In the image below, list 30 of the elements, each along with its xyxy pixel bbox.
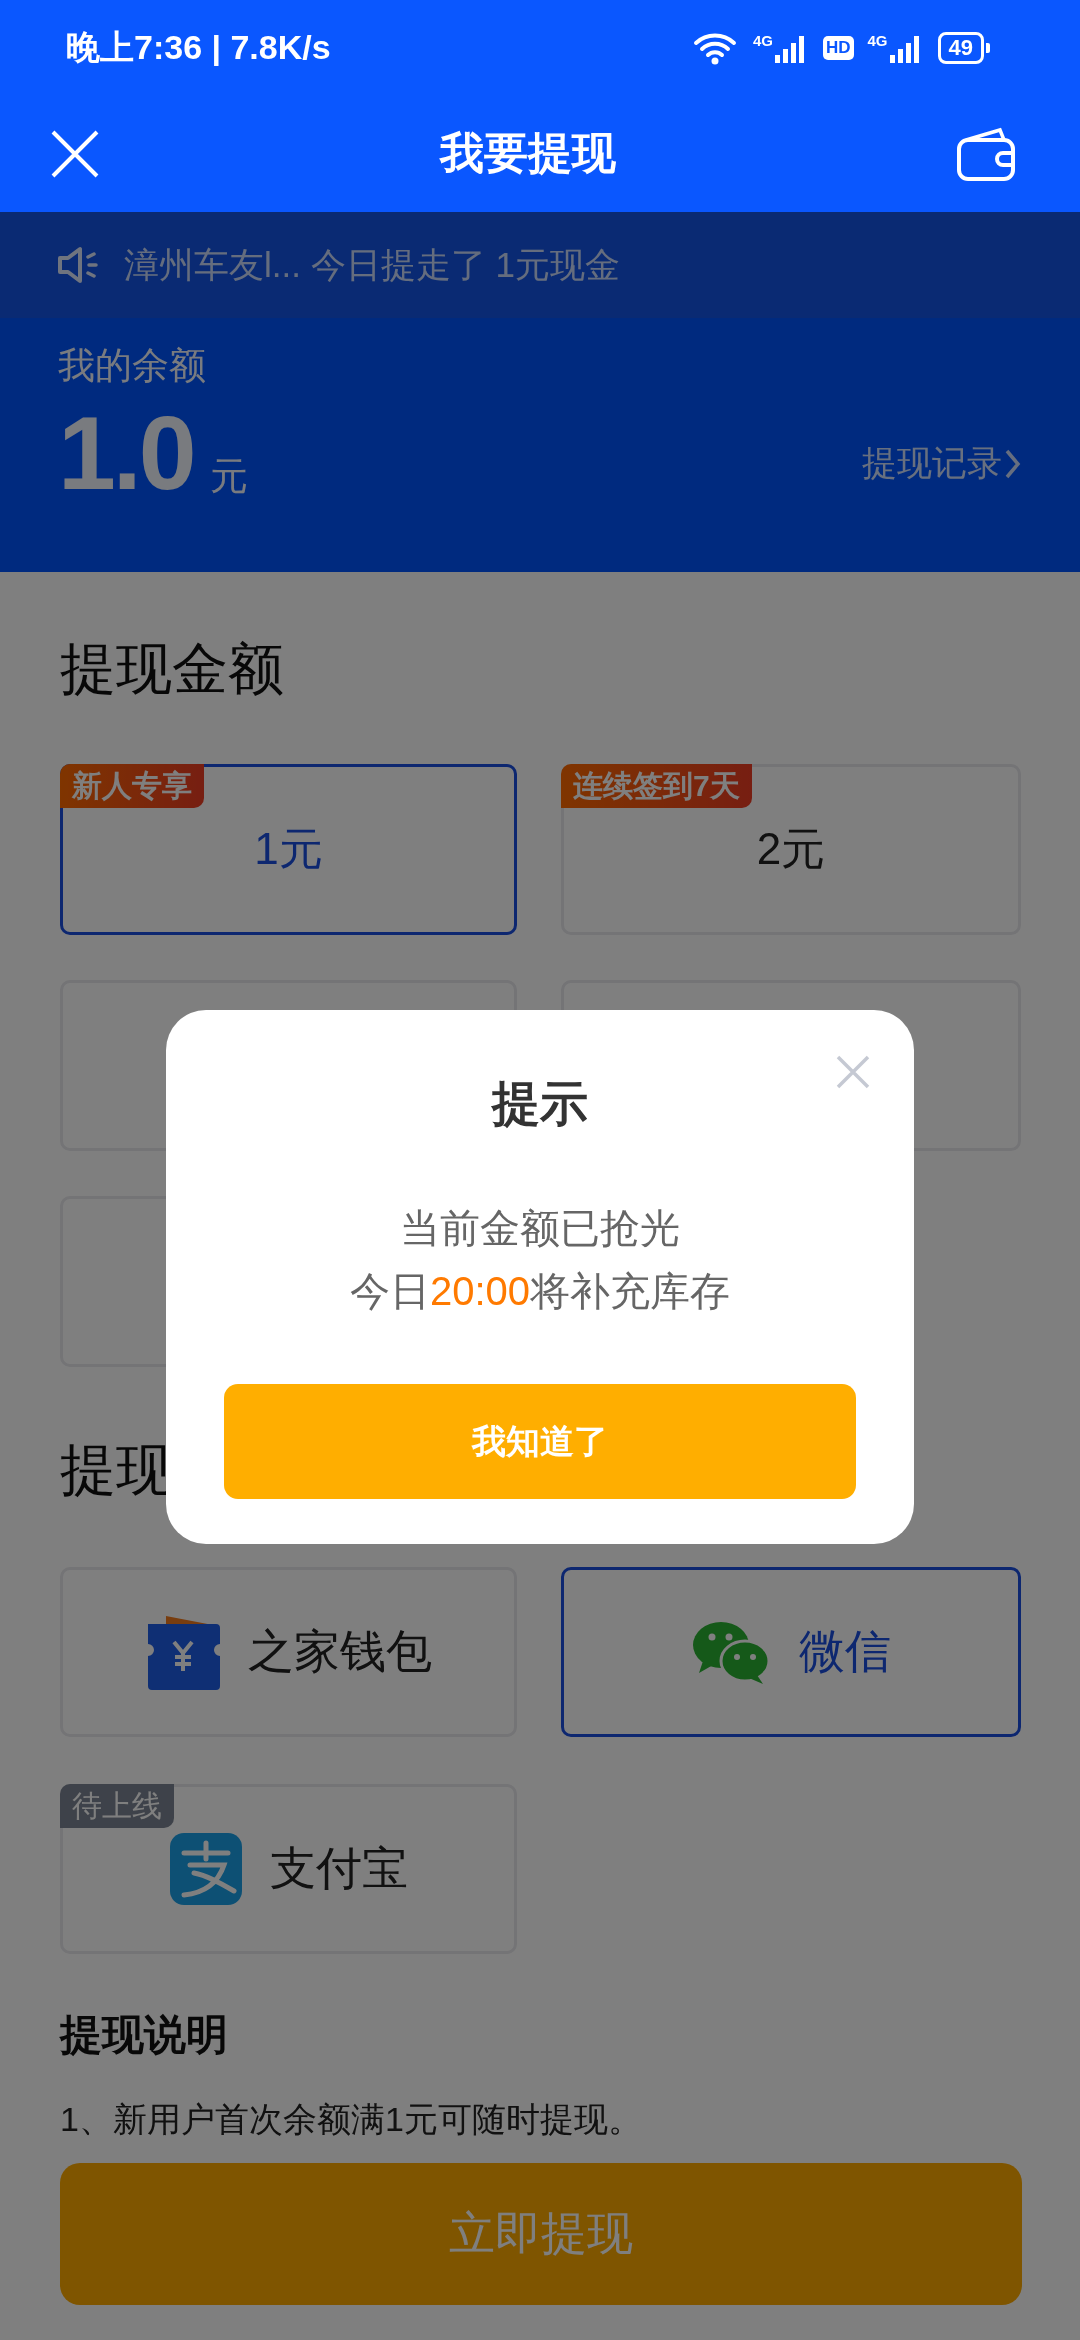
notice-text: 漳州车友l... 今日提走了 1元现金: [124, 243, 620, 286]
dialog-message: 当前金额已抢光: [400, 1205, 680, 1252]
confirm-button[interactable]: 我知道了: [224, 1384, 856, 1499]
currency-unit: 元: [209, 454, 248, 499]
dialog-title: 提示: [492, 1076, 588, 1132]
section-title: 提现金额: [60, 636, 284, 702]
network-label: 4G: [867, 32, 888, 48]
wallet-icon[interactable]: [956, 125, 1016, 182]
dialog-message: 今日 20:00将补充库存: [349, 1268, 731, 1315]
network-label: 4G: [752, 32, 773, 48]
payment-option[interactable]: 之家钱包: [60, 1567, 517, 1737]
status-time: 晚上7:36 | 7.8K/s: [66, 26, 332, 68]
payment-option[interactable]: 微信: [561, 1567, 1021, 1737]
payment-app-icon: [169, 1833, 242, 1905]
hd-label: HD: [822, 35, 854, 60]
amount-option[interactable]: 1元 新人专享: [60, 764, 517, 935]
payment-option[interactable]: 支付宝 待上线: [60, 1784, 517, 1954]
status-badge: 待上线: [60, 1784, 174, 1828]
wallet-icon: [145, 1614, 220, 1690]
promo-badge: 新人专享: [60, 764, 204, 808]
promo-badge: 连续签到7天: [561, 764, 752, 808]
battery-level: 49: [937, 31, 990, 64]
chat-bubbles-icon: [691, 1619, 771, 1685]
section-title: 提现说明: [60, 2010, 229, 2060]
history-link[interactable]: 提现记录: [862, 440, 1002, 487]
balance-label: 我的余额: [58, 344, 207, 388]
note-text: 1、新用户首次余额满1元可随时提现。: [60, 2099, 643, 2140]
balance-amount: 1.0: [58, 398, 194, 508]
page-title: 我要提现: [440, 127, 616, 179]
amount-option[interactable]: 2元 连续签到7天: [561, 764, 1021, 935]
